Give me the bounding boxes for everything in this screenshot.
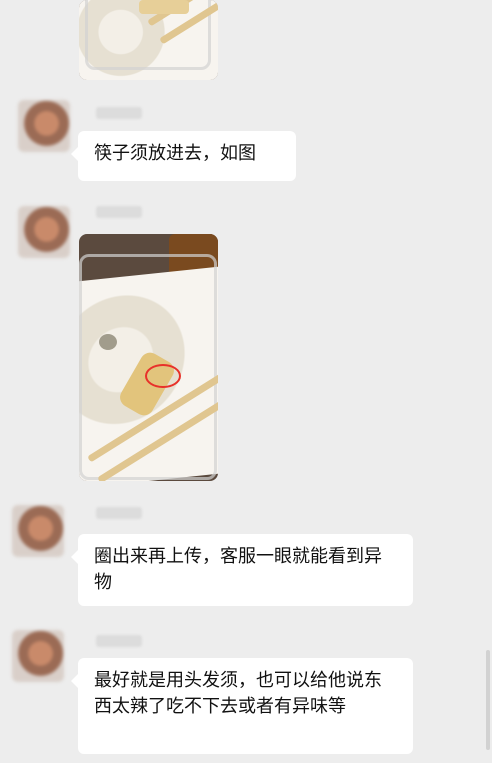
- sender-name: [96, 635, 142, 647]
- message-bubble[interactable]: 筷子须放进去，如图: [71, 131, 296, 181]
- message-bubble[interactable]: 圈出来再上传，客服一眼就能看到异物: [71, 534, 413, 606]
- message-text: 筷子须放进去，如图: [94, 143, 256, 164]
- sender-name: [96, 507, 142, 519]
- avatar[interactable]: [18, 206, 70, 258]
- scrollbar[interactable]: [486, 650, 490, 750]
- avatar[interactable]: [12, 630, 64, 682]
- avatar[interactable]: [12, 505, 64, 557]
- chat-image-2[interactable]: [79, 234, 218, 481]
- annotation-circle: [145, 364, 181, 388]
- avatar[interactable]: [18, 100, 70, 152]
- sender-name: [96, 107, 142, 119]
- chat-image-1[interactable]: [79, 0, 218, 80]
- message-text: 圈出来再上传，客服一眼就能看到异物: [94, 546, 382, 593]
- sender-name: [96, 206, 142, 218]
- message-bubble[interactable]: 最好就是用头发须，也可以给他说东西太辣了吃不下去或者有异味等: [71, 658, 413, 754]
- message-text: 最好就是用头发须，也可以给他说东西太辣了吃不下去或者有异味等: [94, 670, 382, 717]
